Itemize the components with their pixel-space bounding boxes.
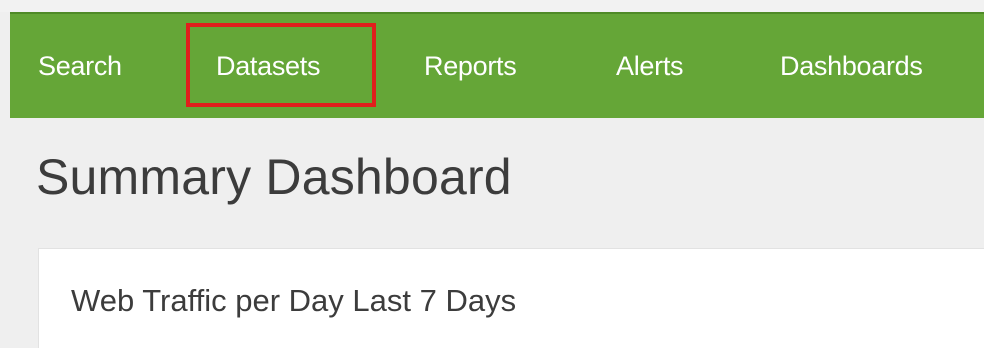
app-nav-bar: Search Datasets Reports Alerts Dashboard…	[10, 12, 984, 118]
panel-title: Web Traffic per Day Last 7 Days	[71, 283, 517, 318]
nav-item-dashboards[interactable]: Dashboards	[780, 14, 923, 118]
dashboard-panel: Web Traffic per Day Last 7 Days	[38, 248, 984, 348]
page-title: Summary Dashboard	[36, 149, 512, 205]
top-strip	[0, 0, 984, 12]
nav-item-search[interactable]: Search	[38, 14, 122, 118]
nav-item-reports[interactable]: Reports	[424, 14, 517, 118]
nav-item-datasets[interactable]: Datasets	[216, 14, 320, 118]
nav-item-alerts[interactable]: Alerts	[616, 14, 684, 118]
